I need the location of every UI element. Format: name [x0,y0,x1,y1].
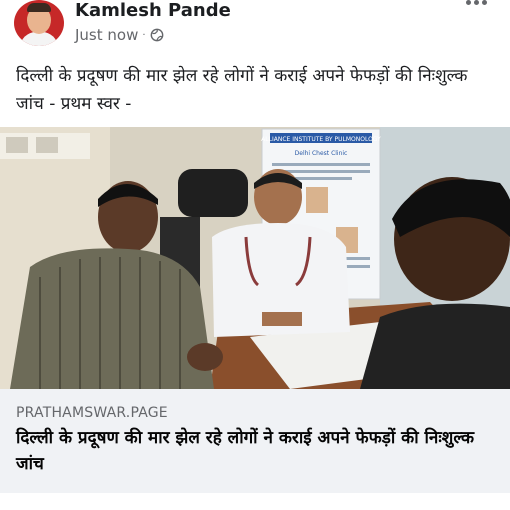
post-footer [0,493,510,510]
poster-heading: ALLIANCE INSTITUTE BY PULMONOLOGY [261,136,381,143]
globe-icon[interactable] [150,28,164,42]
link-title[interactable]: दिल्ली के प्रदूषण की मार झेल रहे लोगों न… [16,425,496,477]
post-header: Kamlesh Pande Just now · [0,0,510,60]
author-name[interactable]: Kamlesh Pande [75,0,231,21]
clinic-photo-illustration: ALLIANCE INSTITUTE BY PULMONOLOGY Delhi … [0,127,510,389]
post-meta: Just now · [75,26,164,44]
post-text: दिल्ली के प्रदूषण की मार झेल रहे लोगों न… [16,66,468,114]
more-options-icon[interactable] [466,0,488,10]
post-photo[interactable]: ALLIANCE INSTITUTE BY PULMONOLOGY Delhi … [0,127,510,389]
meta-separator: · [142,29,146,41]
link-preview[interactable]: PRATHAMSWAR.PAGE दिल्ली के प्रदूषण की मा… [0,389,510,493]
poster-body: Delhi Chest Clinic [295,150,348,157]
avatar[interactable] [14,0,64,46]
link-domain: PRATHAMSWAR.PAGE [16,405,168,421]
timestamp[interactable]: Just now [75,26,138,44]
